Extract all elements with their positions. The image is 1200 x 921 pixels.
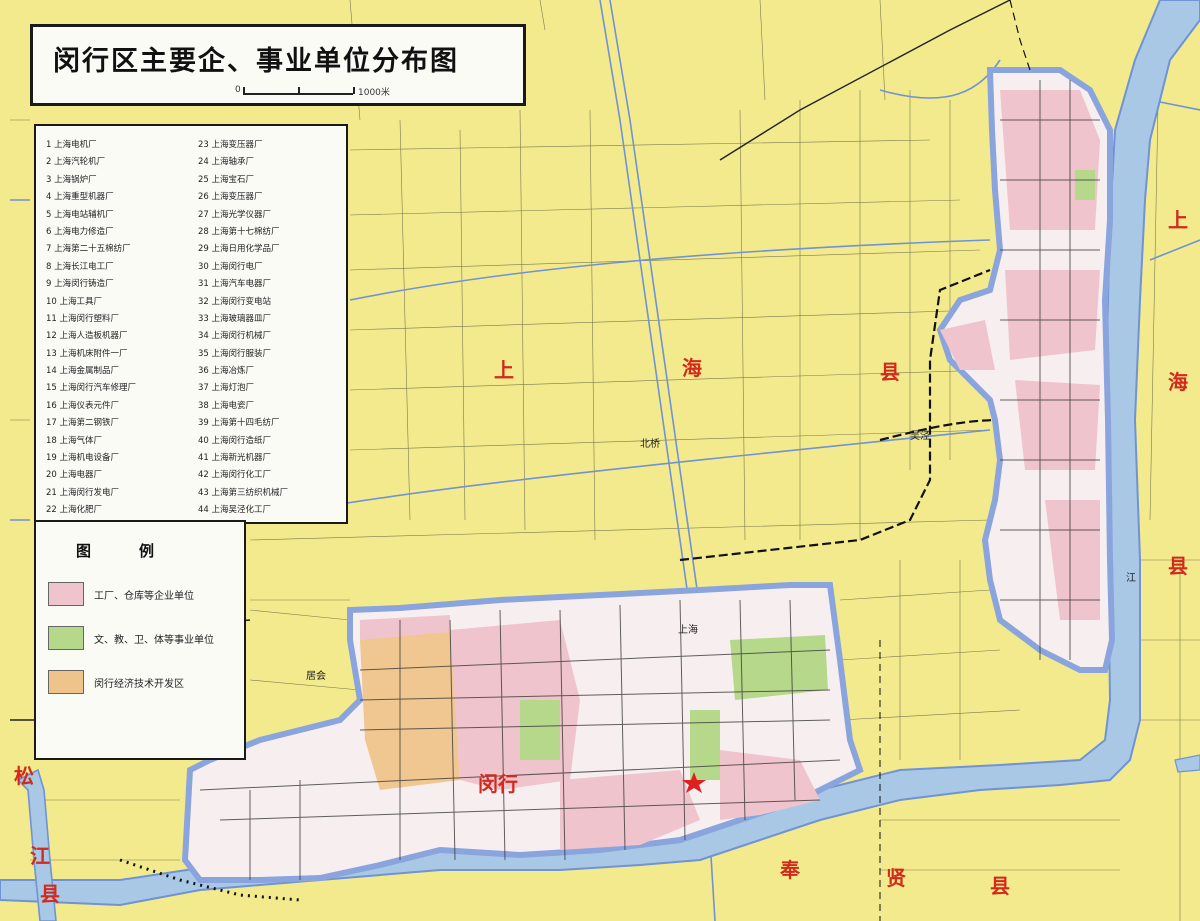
label-beiqiao: 北桥: [640, 439, 660, 450]
enterprise-list-item: 29 上海日用化学品厂: [198, 244, 280, 255]
label-jiang: 江: [1126, 573, 1136, 584]
enterprise-list-item: 12 上海人造板机器厂: [46, 331, 128, 342]
enterprise-list-col-1: 1 上海电机厂 2 上海汽轮机厂 3 上海锅炉厂 4 上海重型机器厂 5 上海电站辅机厂…: [46, 138, 196, 521]
label-fengxian-xian1: 贤: [886, 866, 906, 890]
label-minhang-district: 闵行: [478, 772, 518, 796]
enterprise-list-item: 21 上海闵行发电厂: [46, 487, 120, 498]
enterprise-list-item: 20 上海电器厂: [46, 470, 103, 481]
map-root: 闵行区主要企、事业单位分布图 0 1000米 1 上海电机厂 2 上海汽轮机厂 3 …: [0, 0, 1200, 921]
label-songjiang-song: 松: [14, 764, 34, 788]
label-fengxian-feng: 奉: [780, 858, 800, 882]
legend-swatch-enterprise: [48, 582, 84, 606]
enterprise-list-item: 17 上海第二钢铁厂: [46, 418, 120, 429]
legend-item-devzone: 闵行经济技术开发区: [48, 670, 244, 696]
enterprise-list-item: 8 上海长江电工厂: [46, 261, 114, 272]
label-right-hai: 海: [1168, 370, 1188, 394]
enterprise-list-item: 30 上海闵行电厂: [198, 261, 263, 272]
legend-swatch-institution: [48, 626, 84, 650]
enterprise-list-item: 19 上海机电设备厂: [46, 453, 120, 464]
enterprise-list-item: 44 上海吴泾化工厂: [198, 505, 272, 516]
enterprise-list-item: 39 上海第十四毛纺厂: [198, 418, 280, 429]
legend-label-institution: 文、教、卫、体等事业单位: [94, 635, 214, 646]
legend-title: 图例: [76, 542, 203, 560]
enterprise-list-item: 18 上海气体厂: [46, 435, 103, 446]
enterprise-list-item: 42 上海闵行化工厂: [198, 470, 272, 481]
enterprise-list-item: 40 上海闵行造纸厂: [198, 435, 272, 446]
scale-bar: 0 1000米: [213, 85, 390, 101]
enterprise-list-item: 36 上海冶炼厂: [198, 366, 255, 377]
map-title: 闵行区主要企、事业单位分布图: [53, 46, 459, 77]
enterprise-list-item: 22 上海化肥厂: [46, 505, 103, 516]
label-songjiang-jiang: 江: [30, 844, 50, 868]
label-shanghai-county-shang: 上: [494, 358, 514, 382]
devzone-area: [360, 630, 460, 790]
enterprise-list-item: 32 上海闵行变电站: [198, 296, 272, 307]
enterprise-list-item: 6 上海电力修造厂: [46, 226, 114, 237]
enterprise-list-item: 31 上海汽车电器厂: [198, 279, 272, 290]
legend-swatch-devzone: [48, 670, 84, 694]
legend-item-enterprise: 工厂、仓库等企业单位: [48, 582, 244, 608]
scale-tick-right: [353, 87, 355, 94]
enterprise-list-item: 34 上海闵行机械厂: [198, 331, 272, 342]
enterprise-list-item: 14 上海金属制品厂: [46, 366, 120, 377]
enterprise-list-item: 33 上海玻璃器皿厂: [198, 313, 272, 324]
enterprise-list-item: 13 上海机床附件一厂: [46, 348, 128, 359]
enterprise-list-item: 25 上海宝石厂: [198, 174, 255, 185]
enterprise-list-item: 5 上海电站辅机厂: [46, 209, 114, 220]
enterprise-list-item: 24 上海轴承厂: [198, 157, 255, 168]
legend-label-devzone: 闵行经济技术开发区: [94, 679, 184, 690]
label-songjiang-xian: 县: [40, 882, 60, 906]
legend-item-institution: 文、教、卫、体等事业单位: [48, 626, 244, 652]
enterprise-list-item: 1 上海电机厂: [46, 140, 97, 150]
label-shanghai-county-xian: 县: [880, 360, 900, 384]
legend-label-enterprise: 工厂、仓库等企业单位: [94, 591, 194, 602]
label-fengxian-xian2: 县: [990, 874, 1010, 898]
enterprise-list-item: 27 上海光学仪器厂: [198, 209, 272, 220]
label-wujing: 吴泾: [910, 431, 930, 442]
enterprise-list-item: 11 上海闵行塑料厂: [46, 313, 120, 324]
scale-left-label: 0: [235, 85, 241, 95]
enterprise-list-item: 3 上海锅炉厂: [46, 174, 97, 185]
enterprise-list-box: 1 上海电机厂 2 上海汽轮机厂 3 上海锅炉厂 4 上海重型机器厂 5 上海电站辅机厂…: [34, 124, 348, 524]
enterprise-list-item: 43 上海第三纺织机械厂: [198, 487, 289, 498]
enterprise-list-col-2: 23 上海变压器厂 24 上海轴承厂 25 上海宝石厂 26 上海变压器厂 27 上海光…: [198, 138, 348, 521]
enterprise-list-item: 37 上海灯泡厂: [198, 383, 255, 394]
enterprise-list-item: 38 上海电瓷厂: [198, 400, 255, 411]
title-box: 闵行区主要企、事业单位分布图 0 1000米: [30, 24, 526, 106]
enterprise-list-item: 15 上海闵行汽车修理厂: [46, 383, 137, 394]
scale-right-label: 1000米: [358, 88, 390, 98]
label-right-xian: 县: [1168, 554, 1188, 578]
enterprise-list-item: 9 上海闵行铸造厂: [46, 279, 114, 290]
enterprise-list-item: 35 上海闵行服装厂: [198, 348, 272, 359]
enterprise-list-item: 41 上海新光机器厂: [198, 453, 272, 464]
enterprise-list-item: 10 上海工具厂: [46, 296, 103, 307]
enterprise-list-item: 16 上海仪表元件厂: [46, 400, 120, 411]
enterprise-list-item: 23 上海变压器厂: [198, 140, 263, 150]
label-right-shang: 上: [1168, 208, 1188, 232]
label-shanghai-rail: 上海: [678, 625, 698, 636]
enterprise-list-item: 2 上海汽轮机厂: [46, 157, 106, 168]
label-town-center: 居会: [306, 671, 326, 682]
enterprise-list-item: 26 上海变压器厂: [198, 192, 263, 203]
enterprise-list-item: 4 上海重型机器厂: [46, 192, 114, 203]
enterprise-list-item: 28 上海第十七棉纺厂: [198, 226, 280, 237]
scale-tick-mid: [298, 87, 300, 94]
label-shanghai-county-hai: 海: [682, 356, 702, 380]
enterprise-list-item: 7 上海第二十五棉纺厂: [46, 244, 131, 255]
legend-box: 图例 工厂、仓库等企业单位 文、教、卫、体等事业单位 闵行经济技术开发区: [34, 520, 246, 760]
